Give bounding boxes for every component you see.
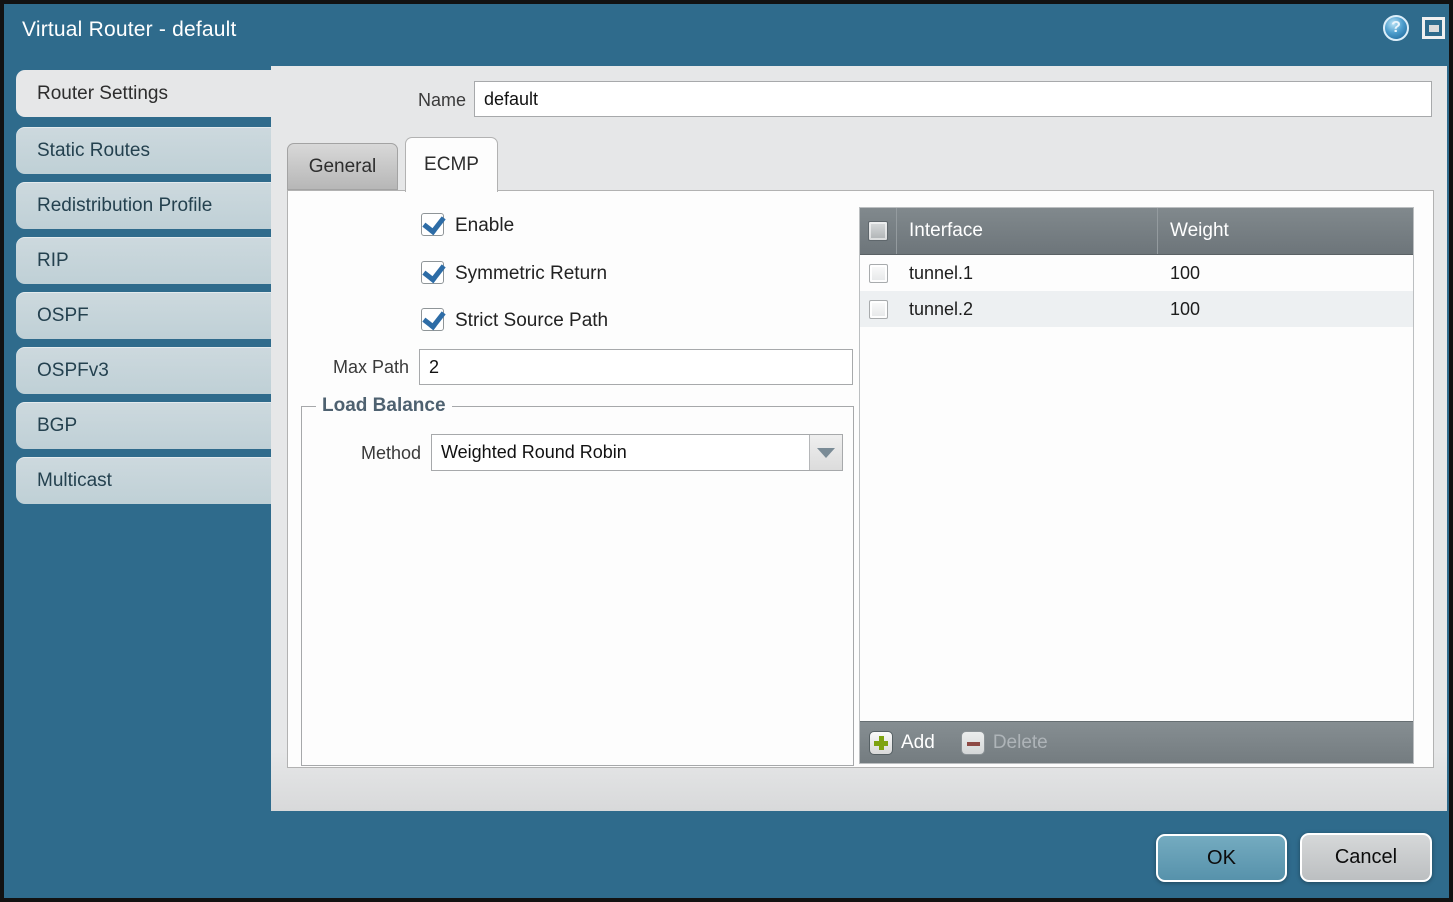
- restore-window-icon[interactable]: [1422, 17, 1445, 39]
- cell-weight: 100: [1158, 255, 1413, 291]
- tab-general[interactable]: General: [287, 143, 398, 190]
- method-label: Method: [324, 443, 421, 464]
- cell-weight: 100: [1158, 291, 1413, 327]
- strict-source-path-label: Strict Source Path: [455, 310, 608, 332]
- table-header: Interface Weight: [860, 208, 1413, 255]
- sidebar-item-ospfv3[interactable]: OSPFv3: [16, 347, 271, 394]
- help-icon[interactable]: ?: [1383, 15, 1409, 41]
- sidebar-item-router-settings[interactable]: Router Settings: [16, 70, 271, 117]
- column-header-interface[interactable]: Interface: [897, 208, 1158, 254]
- load-balance-legend: Load Balance: [316, 395, 452, 417]
- delete-button[interactable]: Delete: [961, 731, 1048, 755]
- symmetric-return-label: Symmetric Return: [455, 263, 607, 285]
- virtual-router-dialog: Virtual Router - default ? Router Settin…: [0, 0, 1453, 902]
- table-empty-area: [860, 327, 1413, 721]
- max-path-label: Max Path: [294, 357, 409, 378]
- method-select-value: Weighted Round Robin: [432, 442, 809, 463]
- ecmp-interface-table: Interface Weight tunnel.1 100 tunnel.2 1…: [859, 207, 1414, 764]
- max-path-input[interactable]: [419, 349, 853, 385]
- cell-interface: tunnel.1: [897, 255, 1158, 291]
- table-toolbar: Add Delete: [860, 721, 1413, 763]
- cancel-button[interactable]: Cancel: [1300, 833, 1432, 882]
- plus-icon: [869, 731, 893, 755]
- enable-label: Enable: [455, 215, 514, 237]
- sidebar-item-multicast[interactable]: Multicast: [16, 457, 271, 504]
- ok-button[interactable]: OK: [1156, 834, 1287, 882]
- name-label: Name: [344, 90, 466, 111]
- strict-source-path-checkbox[interactable]: [421, 308, 444, 331]
- sidebar-item-ospf[interactable]: OSPF: [16, 292, 271, 339]
- select-all-checkbox[interactable]: [868, 221, 888, 241]
- method-select[interactable]: Weighted Round Robin: [431, 434, 843, 471]
- symmetric-return-checkbox[interactable]: [421, 261, 444, 284]
- add-button[interactable]: Add: [869, 731, 935, 755]
- cell-interface: tunnel.2: [897, 291, 1158, 327]
- name-input[interactable]: [474, 81, 1432, 117]
- table-row[interactable]: tunnel.2 100: [860, 291, 1413, 327]
- chevron-down-icon[interactable]: [809, 435, 842, 470]
- minus-icon: [961, 731, 985, 755]
- sidebar-item-redistribution-profile[interactable]: Redistribution Profile: [16, 182, 271, 229]
- sidebar-item-rip[interactable]: RIP: [16, 237, 271, 284]
- row-checkbox[interactable]: [869, 300, 888, 319]
- column-header-weight[interactable]: Weight: [1158, 208, 1413, 254]
- tab-ecmp[interactable]: ECMP: [405, 137, 498, 192]
- row-checkbox[interactable]: [869, 264, 888, 283]
- select-all-cell: [860, 208, 897, 254]
- sidebar-item-static-routes[interactable]: Static Routes: [16, 127, 271, 174]
- enable-checkbox[interactable]: [421, 213, 444, 236]
- table-row[interactable]: tunnel.1 100: [860, 255, 1413, 291]
- dialog-title: Virtual Router - default: [22, 18, 237, 42]
- sidebar-item-bgp[interactable]: BGP: [16, 402, 271, 449]
